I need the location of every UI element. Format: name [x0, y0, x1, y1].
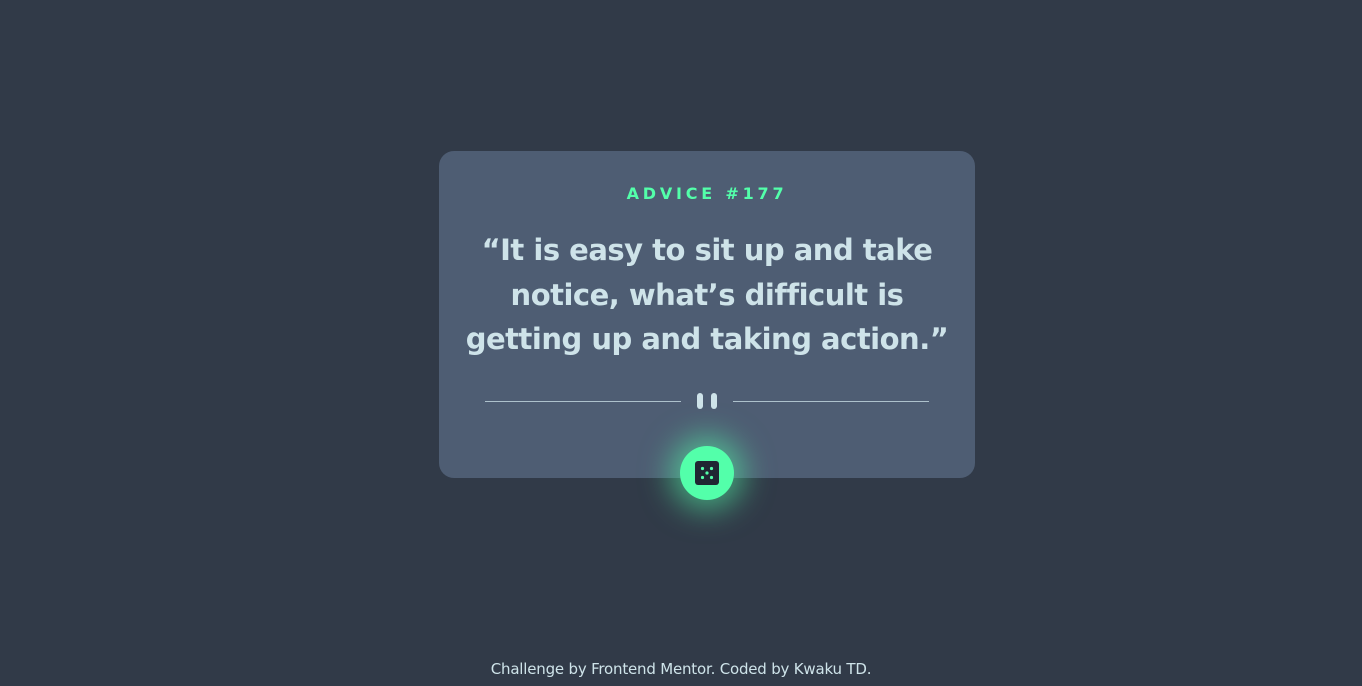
attribution-footer: Challenge by Frontend Mentor. Coded by K… — [0, 660, 1362, 678]
attribution-middle: . Coded by — [710, 660, 794, 678]
pattern-divider — [485, 393, 929, 409]
new-advice-button[interactable] — [680, 446, 734, 500]
pause-bar-left — [697, 393, 703, 409]
attribution-prefix: Challenge by — [490, 660, 592, 678]
dice-icon — [695, 461, 719, 485]
advice-quote: “It is easy to sit up and take notice, w… — [465, 233, 949, 356]
author-link[interactable]: Kwaku TD — [794, 660, 867, 678]
advice-card: ADVICE #177 “It is easy to sit up and ta… — [439, 151, 975, 478]
advice-id-label: ADVICE #177 — [626, 184, 788, 203]
attribution-suffix: . — [866, 660, 872, 678]
pause-icon — [697, 393, 717, 409]
frontend-mentor-link[interactable]: Frontend Mentor — [591, 660, 711, 678]
pause-bar-right — [711, 393, 717, 409]
divider-line-right — [733, 401, 929, 402]
divider-line-left — [485, 401, 681, 402]
